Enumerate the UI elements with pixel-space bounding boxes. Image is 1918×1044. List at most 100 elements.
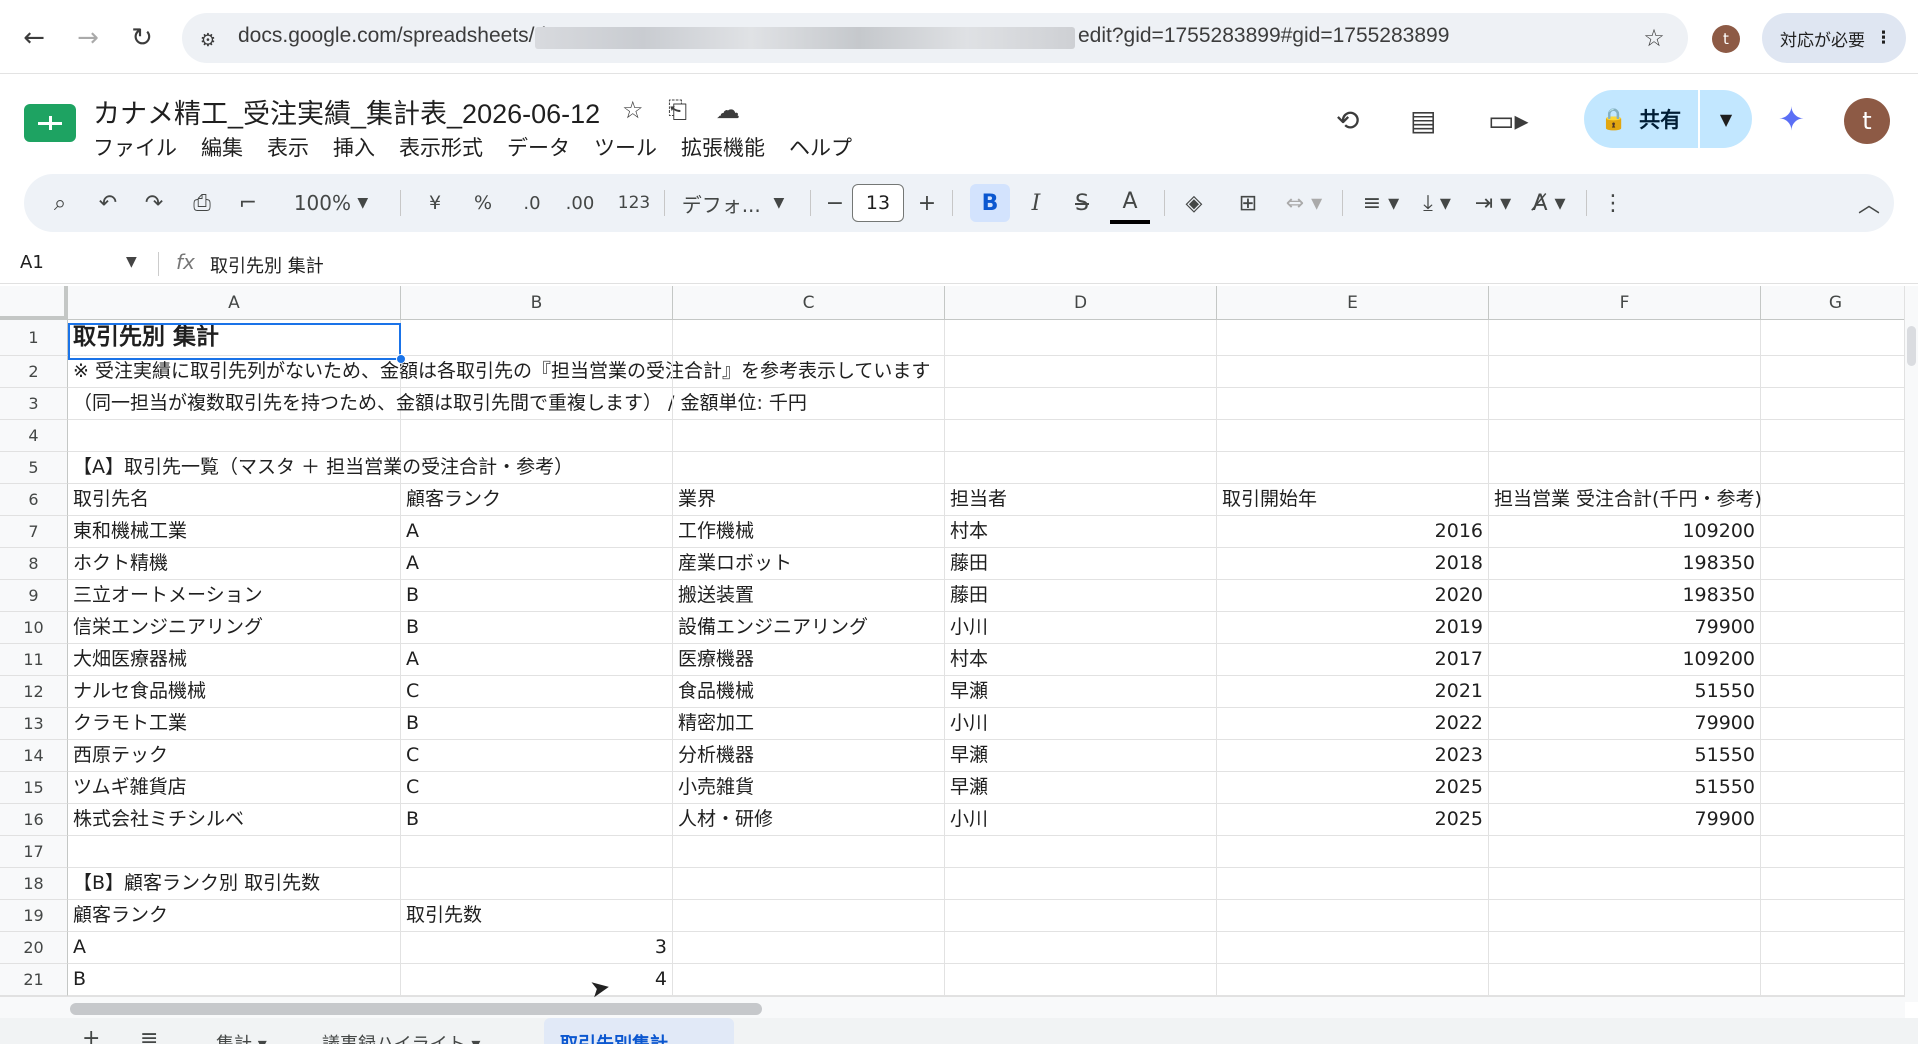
cell-f10[interactable]: 79900 [1489, 612, 1761, 644]
cell-c5[interactable] [673, 452, 945, 484]
more-options-icon[interactable]: ⋮ [1598, 174, 1628, 232]
cell-e7[interactable]: 2016 [1217, 516, 1489, 548]
column-header-e[interactable]: E [1217, 286, 1489, 320]
cell-c19[interactable] [673, 900, 945, 932]
sheet-tab-2[interactable]: 議事録ハイライト ▾ [322, 1030, 480, 1044]
cell-d21[interactable] [945, 964, 1217, 996]
row-header[interactable]: 19 [0, 900, 68, 932]
cell-g8[interactable] [1761, 548, 1905, 580]
cell-f5[interactable] [1489, 452, 1761, 484]
share-button[interactable]: 🔒 共有 ▼ [1584, 90, 1752, 148]
row-header[interactable]: 18 [0, 868, 68, 900]
cell-c12[interactable]: 食品機械 [673, 676, 945, 708]
row-header[interactable]: 1 [0, 320, 68, 356]
reload-icon[interactable]: ↻ [126, 22, 158, 54]
cell-c4[interactable] [673, 420, 945, 452]
cell-e2[interactable] [1217, 356, 1489, 388]
row-header[interactable]: 2 [0, 356, 68, 388]
add-sheet-icon[interactable]: + [82, 1026, 100, 1044]
cell-b4[interactable] [401, 420, 673, 452]
bookmark-star-icon[interactable]: ☆ [1638, 22, 1670, 54]
increase-decimal-button[interactable]: .00 [560, 174, 600, 232]
cell-g16[interactable] [1761, 804, 1905, 836]
cell-c7[interactable]: 工作機械 [673, 516, 945, 548]
cell-b12[interactable]: C [401, 676, 673, 708]
cell-d4[interactable] [945, 420, 1217, 452]
cell-g11[interactable] [1761, 644, 1905, 676]
sheets-logo[interactable] [24, 104, 76, 142]
cell-d13[interactable]: 小川 [945, 708, 1217, 740]
cell-f21[interactable] [1489, 964, 1761, 996]
cell-f3[interactable] [1489, 388, 1761, 420]
menu-view[interactable]: 表示 [267, 132, 309, 162]
cell-d2[interactable] [945, 356, 1217, 388]
cell-a18[interactable]: 【B】顧客ランク別 取引先数 [68, 868, 401, 900]
cell-c2[interactable] [673, 356, 945, 388]
cell-c21[interactable] [673, 964, 945, 996]
cell-e8[interactable]: 2018 [1217, 548, 1489, 580]
share-dropdown-icon[interactable]: ▼ [1700, 110, 1752, 129]
cell-d6[interactable]: 担当者 [945, 484, 1217, 516]
number-format-button[interactable]: 123 [614, 174, 654, 232]
paint-format-icon[interactable]: ⌐ [230, 174, 266, 232]
search-icon[interactable]: ⌕ [42, 174, 78, 232]
row-header[interactable]: 8 [0, 548, 68, 580]
column-header-b[interactable]: B [401, 286, 673, 320]
cell-e15[interactable]: 2025 [1217, 772, 1489, 804]
cell-c20[interactable] [673, 932, 945, 964]
cell-b3[interactable] [401, 388, 673, 420]
cell-a15[interactable]: ツムギ雑貨店 [68, 772, 401, 804]
cell-f4[interactable] [1489, 420, 1761, 452]
cell-b10[interactable]: B [401, 612, 673, 644]
menu-file[interactable]: ファイル [93, 132, 177, 162]
cell-d7[interactable]: 村本 [945, 516, 1217, 548]
row-header[interactable]: 6 [0, 484, 68, 516]
font-select[interactable]: デフォ... ▼ [668, 174, 798, 232]
row-header[interactable]: 4 [0, 420, 68, 452]
cell-g10[interactable] [1761, 612, 1905, 644]
cell-c6[interactable]: 業界 [673, 484, 945, 516]
collapse-toolbar-icon[interactable]: ︿ [1854, 174, 1884, 232]
currency-format-button[interactable]: ¥ [420, 174, 450, 232]
cell-g15[interactable] [1761, 772, 1905, 804]
row-header[interactable]: 21 [0, 964, 68, 996]
cell-f17[interactable] [1489, 836, 1761, 868]
cell-f14[interactable]: 51550 [1489, 740, 1761, 772]
cell-f18[interactable] [1489, 868, 1761, 900]
text-color-button[interactable]: A [1110, 182, 1150, 224]
cell-a7[interactable]: 東和機械工業 [68, 516, 401, 548]
sheet-tab-1[interactable]: 集計 ▾ [216, 1030, 267, 1044]
menu-insert[interactable]: 挿入 [333, 132, 375, 162]
cell-f11[interactable]: 109200 [1489, 644, 1761, 676]
column-header-c[interactable]: C [673, 286, 945, 320]
cell-a9[interactable]: 三立オートメーション [68, 580, 401, 612]
cell-c14[interactable]: 分析機器 [673, 740, 945, 772]
cell-a14[interactable]: 西原テック [68, 740, 401, 772]
cell-f15[interactable]: 51550 [1489, 772, 1761, 804]
cell-a10[interactable]: 信栄エンジニアリング [68, 612, 401, 644]
vertical-align-icon[interactable]: ⤓ ▾ [1410, 174, 1464, 232]
cell-c13[interactable]: 精密加工 [673, 708, 945, 740]
action-required-chip[interactable]: 対応が必要 ⋮ [1762, 13, 1906, 63]
cell-d19[interactable] [945, 900, 1217, 932]
meet-icon[interactable]: ▭▸ [1488, 104, 1529, 137]
cell-b15[interactable]: C [401, 772, 673, 804]
cell-a2[interactable]: ※ 受注実績に取引先列がないため、金額は各取引先の『担当営業の受注合計』を参考表… [68, 356, 930, 388]
name-box-dropdown-icon[interactable]: ▼ [126, 254, 137, 270]
cell-c17[interactable] [673, 836, 945, 868]
cell-c15[interactable]: 小売雑貨 [673, 772, 945, 804]
column-header-f[interactable]: F [1489, 286, 1761, 320]
cell-b13[interactable]: B [401, 708, 673, 740]
move-folder-icon[interactable]: ⎗ [668, 96, 687, 124]
cell-c3[interactable] [673, 388, 945, 420]
italic-button[interactable]: I [1018, 174, 1054, 232]
fill-handle[interactable] [396, 354, 406, 364]
cell-c9[interactable]: 搬送装置 [673, 580, 945, 612]
horizontal-scroll-thumb[interactable] [70, 1003, 762, 1015]
cell-f8[interactable]: 198350 [1489, 548, 1761, 580]
version-history-icon[interactable]: ⟲ [1336, 104, 1359, 137]
horizontal-scrollbar[interactable] [0, 996, 1905, 1018]
row-header[interactable]: 5 [0, 452, 68, 484]
column-header-a[interactable]: A [68, 286, 401, 320]
cell-e9[interactable]: 2020 [1217, 580, 1489, 612]
